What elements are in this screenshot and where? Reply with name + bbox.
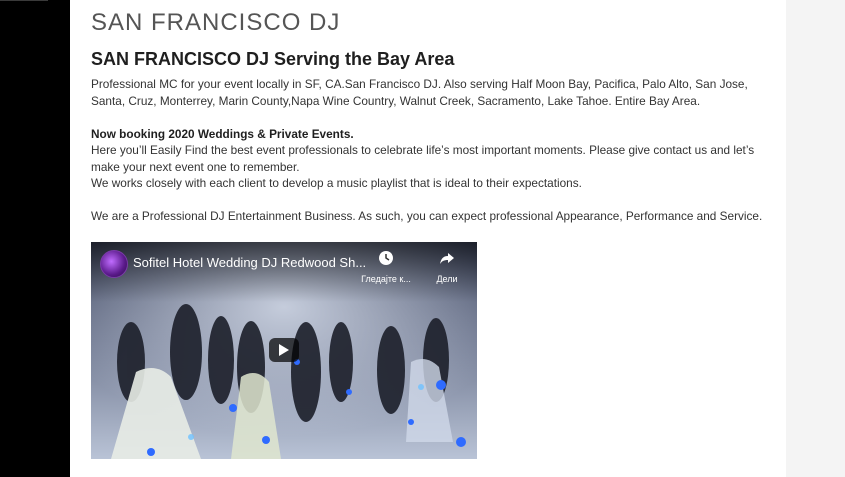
post-heading: SAN FRANCISCO DJ Serving the Bay Area [91, 49, 455, 69]
share-button[interactable]: Дели [425, 250, 469, 284]
booking-headline: Now booking 2020 Weddings & Private Even… [91, 126, 354, 141]
sidebar-top-line [0, 0, 48, 1]
video-title[interactable]: Sofitel Hotel Wedding DJ Redwood Sh... [133, 255, 366, 270]
intro-paragraph: Professional MC for your event locally i… [91, 77, 748, 108]
video-embed[interactable]: Sofitel Hotel Wedding DJ Redwood Sh... Г… [91, 242, 477, 459]
left-sidebar [0, 0, 70, 477]
booking-text: Here you’ll Easily Find the best event p… [91, 143, 755, 174]
play-button[interactable] [269, 338, 299, 362]
title-overlay [91, 242, 477, 302]
share-arrow-icon [440, 253, 454, 264]
play-icon [279, 344, 289, 356]
page: SAN FRANCISCO DJ SAN FRANCISCO DJ Servin… [0, 0, 845, 477]
booking-paragraph: Now booking 2020 Weddings & Private Even… [91, 126, 771, 192]
watch-later-button[interactable]: Гледајте к... [359, 250, 413, 284]
share-label: Дели [436, 274, 458, 284]
clock-icon [379, 251, 393, 265]
watch-later-label: Гледајте к... [361, 274, 411, 284]
playlist-text: We works closely with each client to dev… [91, 176, 582, 190]
professional-paragraph: We are a Professional DJ Entertainment B… [91, 209, 763, 223]
channel-avatar[interactable] [100, 250, 128, 278]
post-body: Professional MC for your event locally i… [91, 76, 771, 225]
site-title[interactable]: SAN FRANCISCO DJ [91, 9, 340, 37]
right-sidebar [786, 0, 845, 477]
